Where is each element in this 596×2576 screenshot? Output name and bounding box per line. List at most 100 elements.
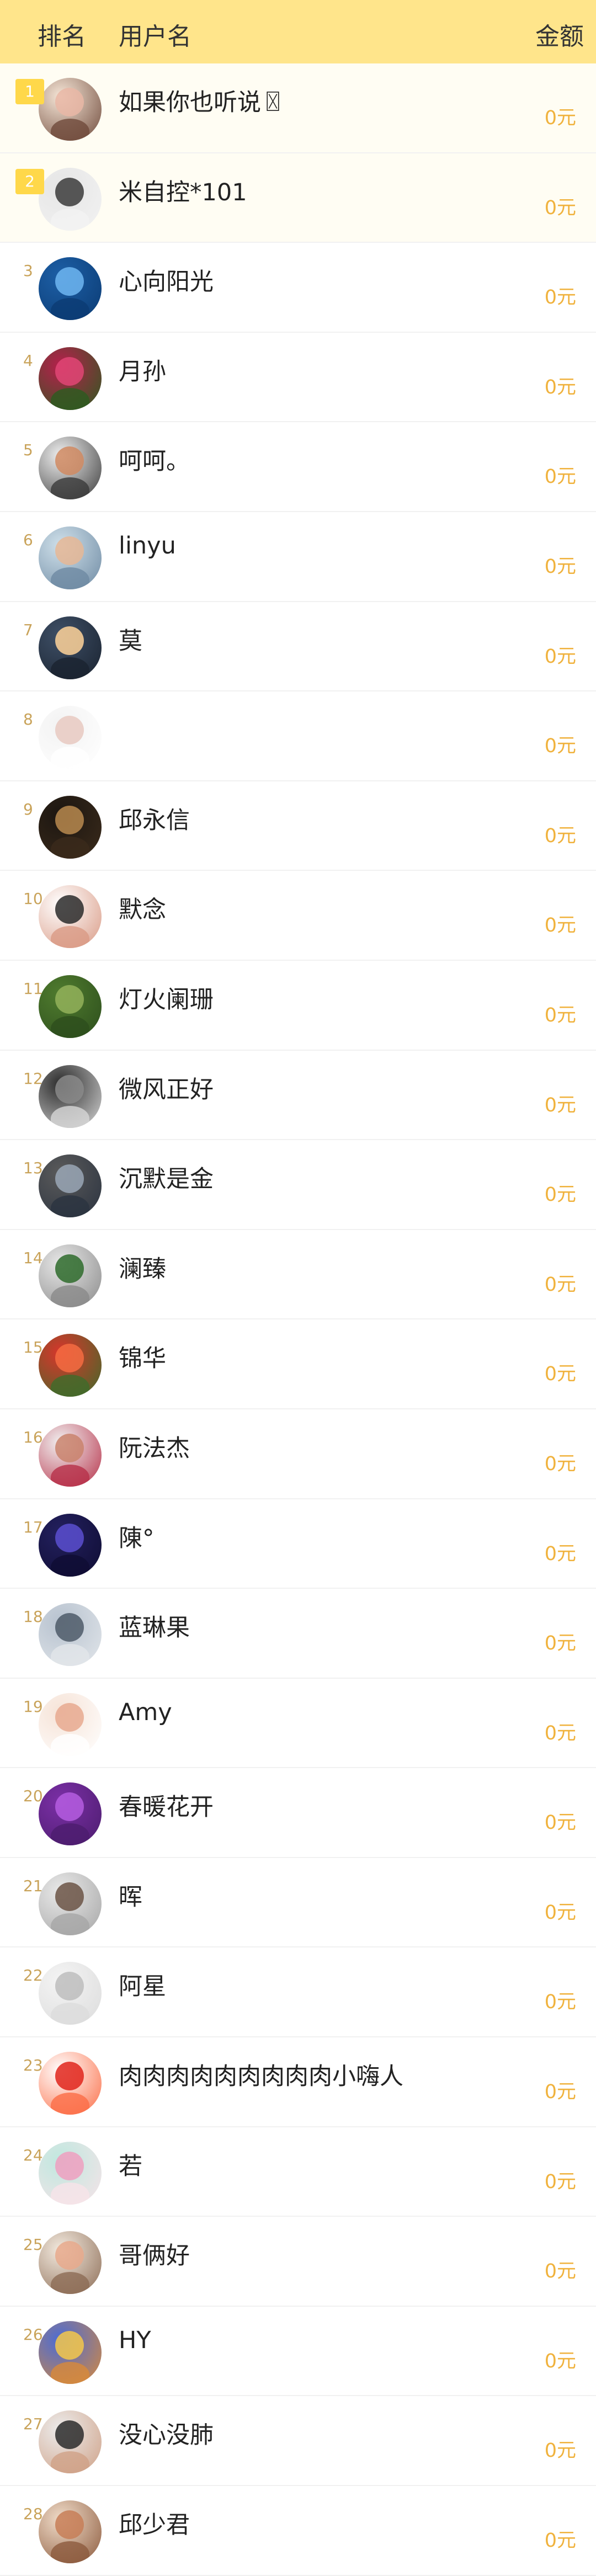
user-avatar[interactable]: [39, 2052, 102, 2115]
user-avatar[interactable]: [39, 1423, 102, 1487]
avatar-photo-shape: [55, 177, 84, 206]
user-avatar[interactable]: [39, 1513, 102, 1577]
ranking-row[interactable]: 7 莫 0元: [0, 602, 596, 692]
avatar-photo-shape: [51, 1375, 89, 1397]
username-label: 蓝琳果: [119, 1614, 190, 1642]
username-label: 阿星: [119, 1973, 166, 2001]
ranking-row[interactable]: 8 0元: [0, 691, 596, 781]
ranking-row[interactable]: 9 邱永信 0元: [0, 781, 596, 871]
user-avatar[interactable]: [39, 1334, 102, 1397]
avatar-photo-shape: [55, 536, 84, 565]
user-avatar[interactable]: [39, 347, 102, 410]
username-label: 邱永信: [119, 806, 190, 834]
username-column-header: 用户名: [119, 23, 191, 51]
user-avatar[interactable]: [39, 1244, 102, 1307]
user-avatar[interactable]: [39, 257, 102, 321]
username-label: 微风正好: [119, 1076, 214, 1104]
ranking-row[interactable]: 24 若 0元: [0, 2127, 596, 2217]
ranking-row[interactable]: 21 晖 0元: [0, 1858, 596, 1948]
user-avatar[interactable]: [39, 1782, 102, 1846]
user-avatar[interactable]: [39, 2320, 102, 2384]
user-avatar[interactable]: [39, 706, 102, 769]
rank-badge: 21: [23, 1876, 43, 1895]
avatar-photo-shape: [55, 2062, 84, 2091]
table-header: 排名 用户名 金额: [0, 0, 596, 63]
user-avatar[interactable]: [39, 795, 102, 859]
amount-value: 0元: [544, 286, 576, 309]
user-avatar[interactable]: [39, 2141, 102, 2205]
ranking-row[interactable]: 20 春暖花开 0元: [0, 1768, 596, 1858]
avatar-photo-shape: [55, 1972, 84, 2001]
ranking-row[interactable]: 2 米自控*101 0元: [0, 153, 596, 243]
ranking-row[interactable]: 4 月孙 0元: [0, 332, 596, 423]
ranking-row[interactable]: 23 肉肉肉肉肉肉肉肉肉小嗨人 0元: [0, 2037, 596, 2127]
user-avatar[interactable]: [39, 1962, 102, 2025]
username-label: 肉肉肉肉肉肉肉肉肉小嗨人: [119, 2063, 403, 2091]
ranking-row[interactable]: 15 锦华 0元: [0, 1319, 596, 1409]
rank-badge: 9: [23, 800, 33, 818]
ranking-row[interactable]: 26 HY 0元: [0, 2306, 596, 2397]
user-avatar[interactable]: [39, 437, 102, 500]
ranking-row[interactable]: 27 没心没肺 0元: [0, 2396, 596, 2487]
avatar-photo-shape: [51, 298, 89, 321]
avatar-photo-shape: [51, 1105, 89, 1128]
rank-badge: 16: [23, 1428, 43, 1446]
ranking-row[interactable]: 18 蓝琳果 0元: [0, 1589, 596, 1679]
ranking-row[interactable]: 22 阿星 0元: [0, 1947, 596, 2038]
username-label: HY: [119, 2326, 151, 2354]
ranking-row[interactable]: 11 灯火阑珊 0元: [0, 960, 596, 1051]
user-avatar[interactable]: [39, 885, 102, 949]
user-avatar[interactable]: [39, 2410, 102, 2474]
avatar-photo-shape: [55, 1254, 84, 1283]
rank-badge: 17: [23, 1518, 43, 1536]
user-avatar[interactable]: [39, 1154, 102, 1218]
ranking-row[interactable]: 1 如果你也听说〿 0元: [0, 63, 596, 153]
avatar-photo-shape: [55, 1702, 84, 1732]
user-avatar[interactable]: [39, 1693, 102, 1756]
avatar-photo-shape: [55, 2510, 84, 2540]
ranking-row[interactable]: 10 默念 0元: [0, 871, 596, 961]
ranking-row[interactable]: 13 沉默是金 0元: [0, 1140, 596, 1230]
amount-value: 0元: [544, 376, 576, 398]
ranking-row[interactable]: 14 澜臻 0元: [0, 1230, 596, 1320]
avatar-photo-shape: [51, 1554, 89, 1577]
ranking-row[interactable]: 28 邱少君 0元: [0, 2486, 596, 2576]
rank-badge: 3: [23, 262, 33, 280]
amount-value: 0元: [544, 824, 576, 847]
user-avatar[interactable]: [39, 616, 102, 679]
rank-badge: 6: [23, 530, 33, 549]
rank-badge: 27: [23, 2415, 43, 2434]
rank-badge: 14: [23, 1248, 43, 1267]
rank-badge: 5: [23, 441, 33, 460]
user-avatar[interactable]: [39, 1603, 102, 1667]
user-avatar[interactable]: [39, 2231, 102, 2295]
ranking-row[interactable]: 6 linyu 0元: [0, 512, 596, 602]
username-label: 哥俩好: [119, 2242, 190, 2270]
ranking-row[interactable]: 17 陳° 0元: [0, 1499, 596, 1589]
ranking-row[interactable]: 16 阮法杰 0元: [0, 1409, 596, 1499]
user-avatar[interactable]: [39, 78, 102, 141]
username-label: linyu: [119, 531, 176, 560]
amount-value: 0元: [544, 1542, 576, 1565]
avatar-photo-shape: [55, 1344, 84, 1373]
user-avatar[interactable]: [39, 1872, 102, 1935]
ranking-row[interactable]: 5 呵呵。 0元: [0, 422, 596, 512]
amount-value: 0元: [544, 2170, 576, 2193]
amount-value: 0元: [544, 196, 576, 219]
user-avatar[interactable]: [39, 526, 102, 589]
amount-value: 0元: [544, 107, 576, 129]
avatar-photo-shape: [51, 926, 89, 949]
username-label: 米自控*101: [119, 178, 247, 206]
ranking-list: 1 如果你也听说〿 0元 2 米自控*101 0元 3 心向阳光 0元 4 月孙 0元 5 呵呵。 0元 6 l…: [0, 63, 596, 2576]
ranking-row[interactable]: 19 Amy 0元: [0, 1678, 596, 1769]
user-avatar[interactable]: [39, 1065, 102, 1128]
user-avatar[interactable]: [39, 975, 102, 1038]
ranking-row[interactable]: 25 哥俩好 0元: [0, 2217, 596, 2307]
user-avatar[interactable]: [39, 167, 102, 231]
avatar-photo-shape: [55, 2151, 84, 2180]
avatar-photo-shape: [55, 1164, 84, 1194]
user-avatar[interactable]: [39, 2500, 102, 2564]
ranking-row[interactable]: 12 微风正好 0元: [0, 1050, 596, 1141]
rank-badge: 12: [23, 1069, 43, 1088]
ranking-row[interactable]: 3 心向阳光 0元: [0, 243, 596, 333]
